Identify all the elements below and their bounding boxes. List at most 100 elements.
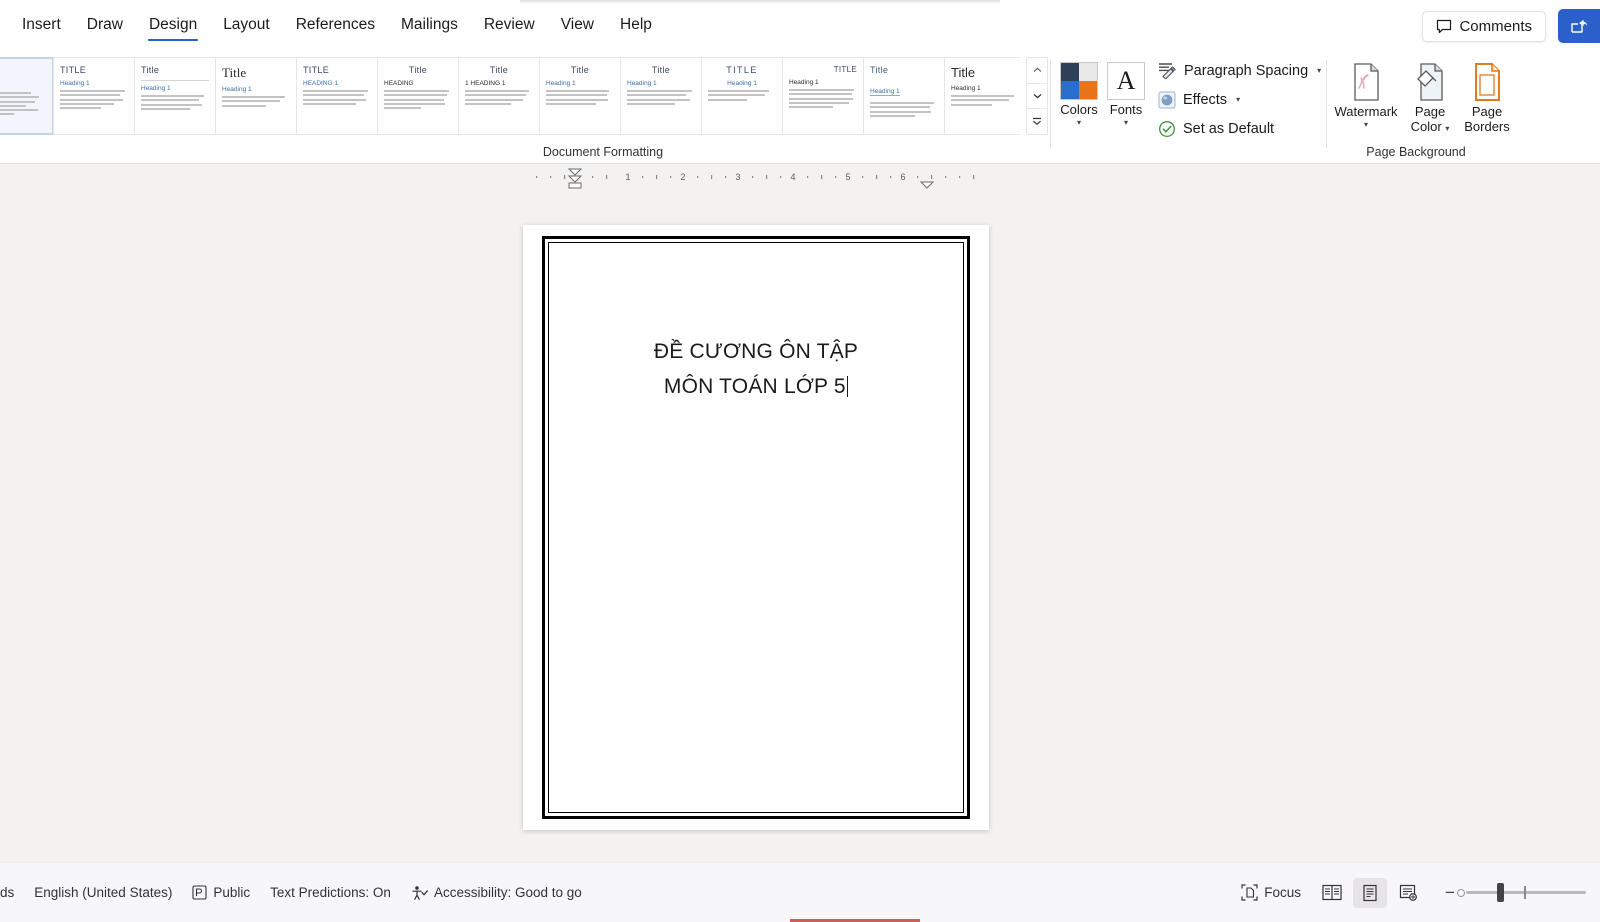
zoom-slider-center-tick: [1524, 886, 1526, 899]
ruler-mark: 1: [625, 172, 630, 182]
comment-bubble-icon: [1436, 19, 1452, 34]
horizontal-ruler[interactable]: 1 2 3 4 5 6: [516, 168, 996, 186]
thumb-title: Title: [384, 65, 452, 75]
style-thumbnail[interactable]: Title Heading 1: [539, 57, 621, 135]
thumb-heading: HEADING 1: [303, 80, 371, 87]
ruler-mark: 6: [900, 172, 905, 182]
style-thumbnail[interactable]: Title Heading 1: [215, 57, 297, 135]
ribbon: TITLE Heading 1 Title Heading 1 Title He…: [0, 52, 1600, 164]
theme-fonts-button[interactable]: A Fonts ▾: [1100, 60, 1152, 129]
tab-help[interactable]: Help: [608, 9, 664, 43]
zoom-control[interactable]: −: [1443, 883, 1586, 903]
theme-fonts-label: Fonts: [1110, 103, 1143, 118]
style-thumbnail[interactable]: Title HEADING: [377, 57, 459, 135]
style-thumbnail[interactable]: TITLE HEADING 1: [296, 57, 378, 135]
style-thumbnail[interactable]: TITLE Heading 1: [782, 57, 864, 135]
document-text-body[interactable]: ĐỀ CƯƠNG ÔN TẬP MÔN TOÁN LỚP 5: [553, 335, 959, 404]
comments-button[interactable]: Comments: [1422, 11, 1546, 42]
tab-label: References: [296, 16, 375, 33]
gallery-scroll-up-button[interactable]: [1027, 58, 1047, 84]
tab-draw[interactable]: Draw: [75, 9, 135, 43]
tab-mailings[interactable]: Mailings: [389, 9, 470, 43]
thumb-heading: Heading 1: [708, 80, 776, 87]
style-thumbnail[interactable]: [0, 57, 54, 135]
group-label-document-formatting: Document Formatting: [0, 145, 1206, 159]
tab-design[interactable]: Design: [137, 9, 209, 43]
set-as-default-label: Set as Default: [1183, 121, 1274, 137]
paragraph-spacing-icon: [1158, 62, 1177, 79]
share-button[interactable]: [1558, 9, 1600, 43]
tab-review[interactable]: Review: [472, 9, 547, 43]
chevron-down-icon: ▾: [1077, 119, 1081, 127]
page-borders-label: Page Borders: [1464, 105, 1510, 135]
thumb-title: TITLE: [789, 65, 857, 74]
thumb-title: Title: [546, 65, 614, 75]
word-count-status[interactable]: ds: [0, 880, 24, 905]
thumb-body-lines: [303, 90, 371, 105]
view-print-layout-button[interactable]: [1353, 878, 1387, 908]
chevron-down-icon: [1033, 93, 1042, 99]
theme-colors-button[interactable]: Colors ▾: [1052, 60, 1106, 129]
page-borders-button[interactable]: Page Borders: [1458, 60, 1516, 137]
zoom-slider-min-dot: [1457, 889, 1465, 897]
style-thumbnail[interactable]: Title Heading 1: [620, 57, 702, 135]
text-predictions-status[interactable]: Text Predictions: On: [260, 880, 401, 905]
tab-label: Insert: [22, 16, 61, 33]
focus-button[interactable]: Focus: [1231, 879, 1311, 906]
chevron-down-icon: ▾: [1236, 96, 1240, 104]
view-read-mode-button[interactable]: [1315, 878, 1349, 908]
tab-layout[interactable]: Layout: [211, 9, 282, 43]
thumb-heading: Heading 1: [870, 88, 900, 96]
tab-view[interactable]: View: [549, 9, 606, 43]
accessibility-status[interactable]: Accessibility: Good to go: [401, 880, 592, 906]
page-color-label-line2: Color: [1411, 119, 1442, 134]
gallery-scroll-down-button[interactable]: [1027, 84, 1047, 110]
style-thumbnail[interactable]: Title Heading 1: [863, 57, 945, 135]
tab-label: Mailings: [401, 16, 458, 33]
tab-label: Design: [149, 16, 197, 33]
document-page[interactable]: ĐỀ CƯƠNG ÔN TẬP MÔN TOÁN LỚP 5: [523, 225, 989, 830]
ruler-mark: 3: [735, 172, 740, 182]
zoom-out-button[interactable]: −: [1443, 883, 1457, 903]
document-canvas[interactable]: ĐỀ CƯƠNG ÔN TẬP MÔN TOÁN LỚP 5: [0, 190, 1600, 862]
effects-button[interactable]: Effects ▾: [1152, 88, 1246, 112]
chevron-down-icon: ▾: [1364, 121, 1368, 129]
set-as-default-button[interactable]: Set as Default: [1152, 117, 1280, 141]
page-color-button[interactable]: Page Color ▾: [1404, 60, 1456, 137]
chevron-up-icon: [1033, 67, 1042, 73]
paragraph-spacing-button[interactable]: Paragraph Spacing ▾: [1152, 59, 1327, 82]
thumb-title: Title: [222, 65, 290, 81]
share-icon: [1570, 18, 1588, 34]
tab-label: View: [561, 16, 594, 33]
language-status[interactable]: English (United States): [24, 880, 182, 905]
tab-label: Layout: [223, 16, 270, 33]
word-count-label: ds: [0, 885, 14, 900]
style-thumbnail[interactable]: TITLE Heading 1: [53, 57, 135, 135]
tab-insert[interactable]: Insert: [10, 9, 73, 43]
thumb-heading: Heading 1: [789, 79, 857, 86]
gallery-more-button[interactable]: [1027, 109, 1047, 134]
style-thumbnail[interactable]: Title Heading 1: [134, 57, 216, 135]
thumb-title: Title: [951, 65, 1019, 80]
thumb-heading: Heading 1: [627, 80, 695, 87]
gallery-scroll-buttons[interactable]: [1026, 57, 1048, 135]
watermark-button[interactable]: Watermark ▾: [1330, 60, 1402, 131]
style-thumbnail[interactable]: Title 1 HEADING 1: [458, 57, 540, 135]
thumb-body-lines: [708, 90, 776, 101]
sensitivity-status[interactable]: Public: [182, 880, 260, 905]
tab-references[interactable]: References: [284, 9, 387, 43]
zoom-slider-handle[interactable]: [1497, 883, 1504, 902]
document-line-with-caret: MÔN TOÁN LỚP 5: [553, 370, 959, 405]
thumb-heading: Heading 1: [951, 85, 1019, 92]
style-gallery[interactable]: TITLE Heading 1 Title Heading 1 Title He…: [0, 57, 1020, 139]
theme-fonts-icon: A: [1107, 62, 1145, 100]
view-web-layout-button[interactable]: [1391, 878, 1425, 908]
thumb-heading: HEADING: [384, 80, 452, 87]
style-thumbnail[interactable]: Title Heading 1: [944, 57, 1020, 135]
thumb-heading: Heading 1: [222, 86, 290, 93]
style-thumbnail[interactable]: TITLE Heading 1: [701, 57, 783, 135]
text-cursor: [847, 376, 848, 397]
thumb-title: Title: [870, 65, 938, 75]
zoom-slider-track[interactable]: [1466, 891, 1586, 894]
status-bar-right: Focus: [1231, 878, 1600, 908]
